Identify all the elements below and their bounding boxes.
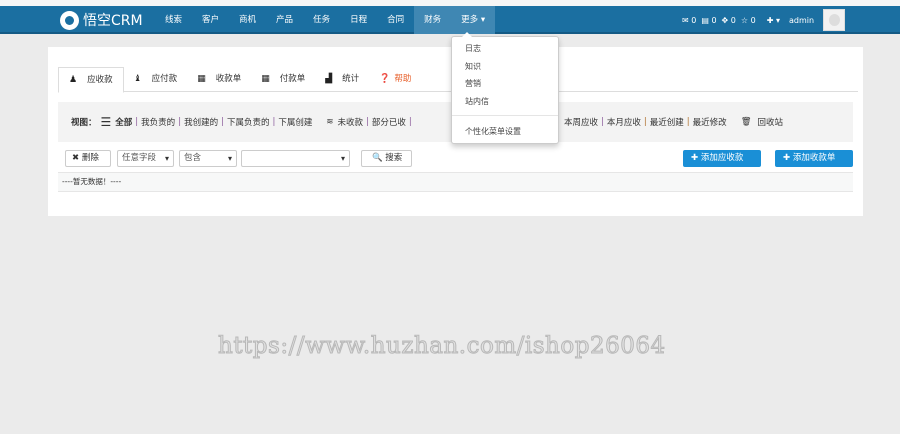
nav-right: ✉ 0 ▤ 0 ✥ 0 ☆ 0 ✚ ▾ admin [682,6,846,34]
counter-value: 0 [691,15,697,25]
delete-label: 删除 [81,153,99,163]
tab-label: 统计 [342,73,360,84]
nav-item-schedule[interactable]: 日程 [340,6,377,34]
toolbar: ✖ 删除 任意字段 包含 🔍 搜索 ✚ 添加应收款 ✚ 添加收款单 [65,150,855,168]
search-input[interactable] [241,150,350,167]
add-receipt-label: 添加收款单 [792,153,836,163]
view-this-week[interactable]: 本周应收 [564,116,598,128]
watermark: https://www.huzhan.com/ishop26064 [218,333,666,360]
add-receivable-label: 添加应收款 [700,153,744,163]
counter-value: 0 [750,15,756,25]
view-label: 视图： [71,118,97,128]
chart-icon: ▟ [325,73,333,84]
tab-label: 付款单 [279,73,306,84]
favorites-counter[interactable]: ☆ 0 [741,16,756,25]
nav-item-finance[interactable]: 财务 [414,6,452,34]
navbar: 悟空CRM 线索 客户 商机 产品 任务 日程 合同 财务 更多 ▾ ✉ 0 ▤… [0,6,900,34]
receipt-icon: ▦ [197,73,206,84]
brand-name: 悟空CRM [83,13,143,29]
monkey-logo-icon [60,10,79,30]
stack-icon: ≋ [326,117,334,127]
tab-label: 应付款 [151,73,178,84]
tab-payable[interactable]: ♝ 应付款 [124,67,188,91]
caret-down-icon: ▾ [775,15,780,25]
close-icon: ✖ [72,153,80,163]
view-recycle-bin[interactable]: 回收站 [757,116,783,128]
view-partial[interactable]: 部分已收 [372,116,406,128]
settings-counter[interactable]: ✥ 0 [722,16,736,25]
star-icon: ☆ [740,15,749,25]
plus-icon: ✚ [691,153,699,163]
tab-label: 帮助 [394,73,412,84]
view-recent-created[interactable]: 最近创建 [650,116,684,128]
user-menu[interactable]: admin [789,16,814,25]
help-icon: ❓ [379,73,391,84]
quick-add-button[interactable]: ✚ ▾ [767,16,780,25]
trash-icon: 🗑 [740,117,752,127]
menu-item-customize[interactable]: 个性化菜单设置 [465,126,521,137]
search-icon: 🔍 [372,153,383,163]
envelope-icon: ✉ [682,15,689,25]
view-unpaid[interactable]: 未收款 [337,116,363,128]
nav-item-contracts[interactable]: 合同 [377,6,414,34]
operator-select[interactable]: 包含 [179,150,237,167]
messages-counter[interactable]: ✉ 0 [682,16,696,25]
tab-label: 应收款 [87,74,113,85]
more-label: 更多 [461,15,479,25]
view-created[interactable]: 我创建的 [184,116,218,128]
field-select[interactable]: 任意字段 [117,150,174,167]
time-filter-group: 本周应收 | 本月应收 | 最近创建 | 最近修改 🗑 回收站 [564,116,783,128]
view-this-month[interactable]: 本月应收 [607,116,641,128]
list-icon: ☰ [100,115,112,129]
counter-value: 0 [730,15,736,25]
empty-message: ----暂无数据！---- [58,172,853,192]
view-sub-owned[interactable]: 下属负责的 [227,116,270,128]
main-menu: 线索 客户 商机 产品 任务 日程 合同 财务 更多 ▾ [155,6,496,34]
receivable-icon: ♟ [69,74,78,85]
search-label: 搜索 [385,153,403,163]
search-button[interactable]: 🔍 搜索 [361,150,412,167]
view-recent-modified[interactable]: 最近修改 [693,116,727,128]
nav-item-opportunities[interactable]: 商机 [229,6,266,34]
tab-payment[interactable]: ▦ 付款单 [251,67,315,91]
menu-divider [452,115,558,116]
plus-icon: ✚ [783,153,791,163]
nav-item-more[interactable]: 更多 ▾ [451,6,496,34]
menu-item-marketing[interactable]: 营销 [465,78,481,89]
add-receipt-button[interactable]: ✚ 添加收款单 [775,150,853,167]
list-icon: ▤ [701,15,709,25]
tab-receivable[interactable]: ♟ 应收款 [58,67,124,93]
brand-logo[interactable]: 悟空CRM [60,10,143,30]
menu-item-knowledge[interactable]: 知识 [465,61,481,72]
nav-item-customers[interactable]: 客户 [192,6,229,34]
counter-value: 0 [711,15,717,25]
plus-icon: ✚ [766,15,774,25]
view-mine[interactable]: 我负责的 [141,116,175,128]
menu-item-log[interactable]: 日志 [465,43,481,54]
avatar[interactable] [823,9,846,31]
nav-item-products[interactable]: 产品 [266,6,303,34]
payable-icon: ♝ [133,73,142,84]
tab-label: 收款单 [215,73,242,84]
view-all[interactable]: 全部 [115,116,132,128]
more-dropdown: 日志 知识 营销 站内信 个性化菜单设置 [451,32,559,144]
delete-button[interactable]: ✖ 删除 [65,150,111,167]
tab-statistics[interactable]: ▟ 统计 [315,67,369,91]
tab-receipt[interactable]: ▦ 收款单 [187,67,251,91]
menu-item-messages[interactable]: 站内信 [465,96,489,107]
nav-item-leads[interactable]: 线索 [155,6,192,34]
payment-icon: ▦ [261,73,270,84]
tab-help[interactable]: ❓ 帮助 [369,67,421,91]
view-sub-created[interactable]: 下属创建 [278,116,312,128]
caret-down-icon: ▾ [480,15,486,25]
gear-icon: ✥ [721,15,729,25]
add-receivable-button[interactable]: ✚ 添加应收款 [683,150,761,167]
tasks-counter[interactable]: ▤ 0 [701,16,716,25]
nav-item-tasks[interactable]: 任务 [303,6,340,34]
